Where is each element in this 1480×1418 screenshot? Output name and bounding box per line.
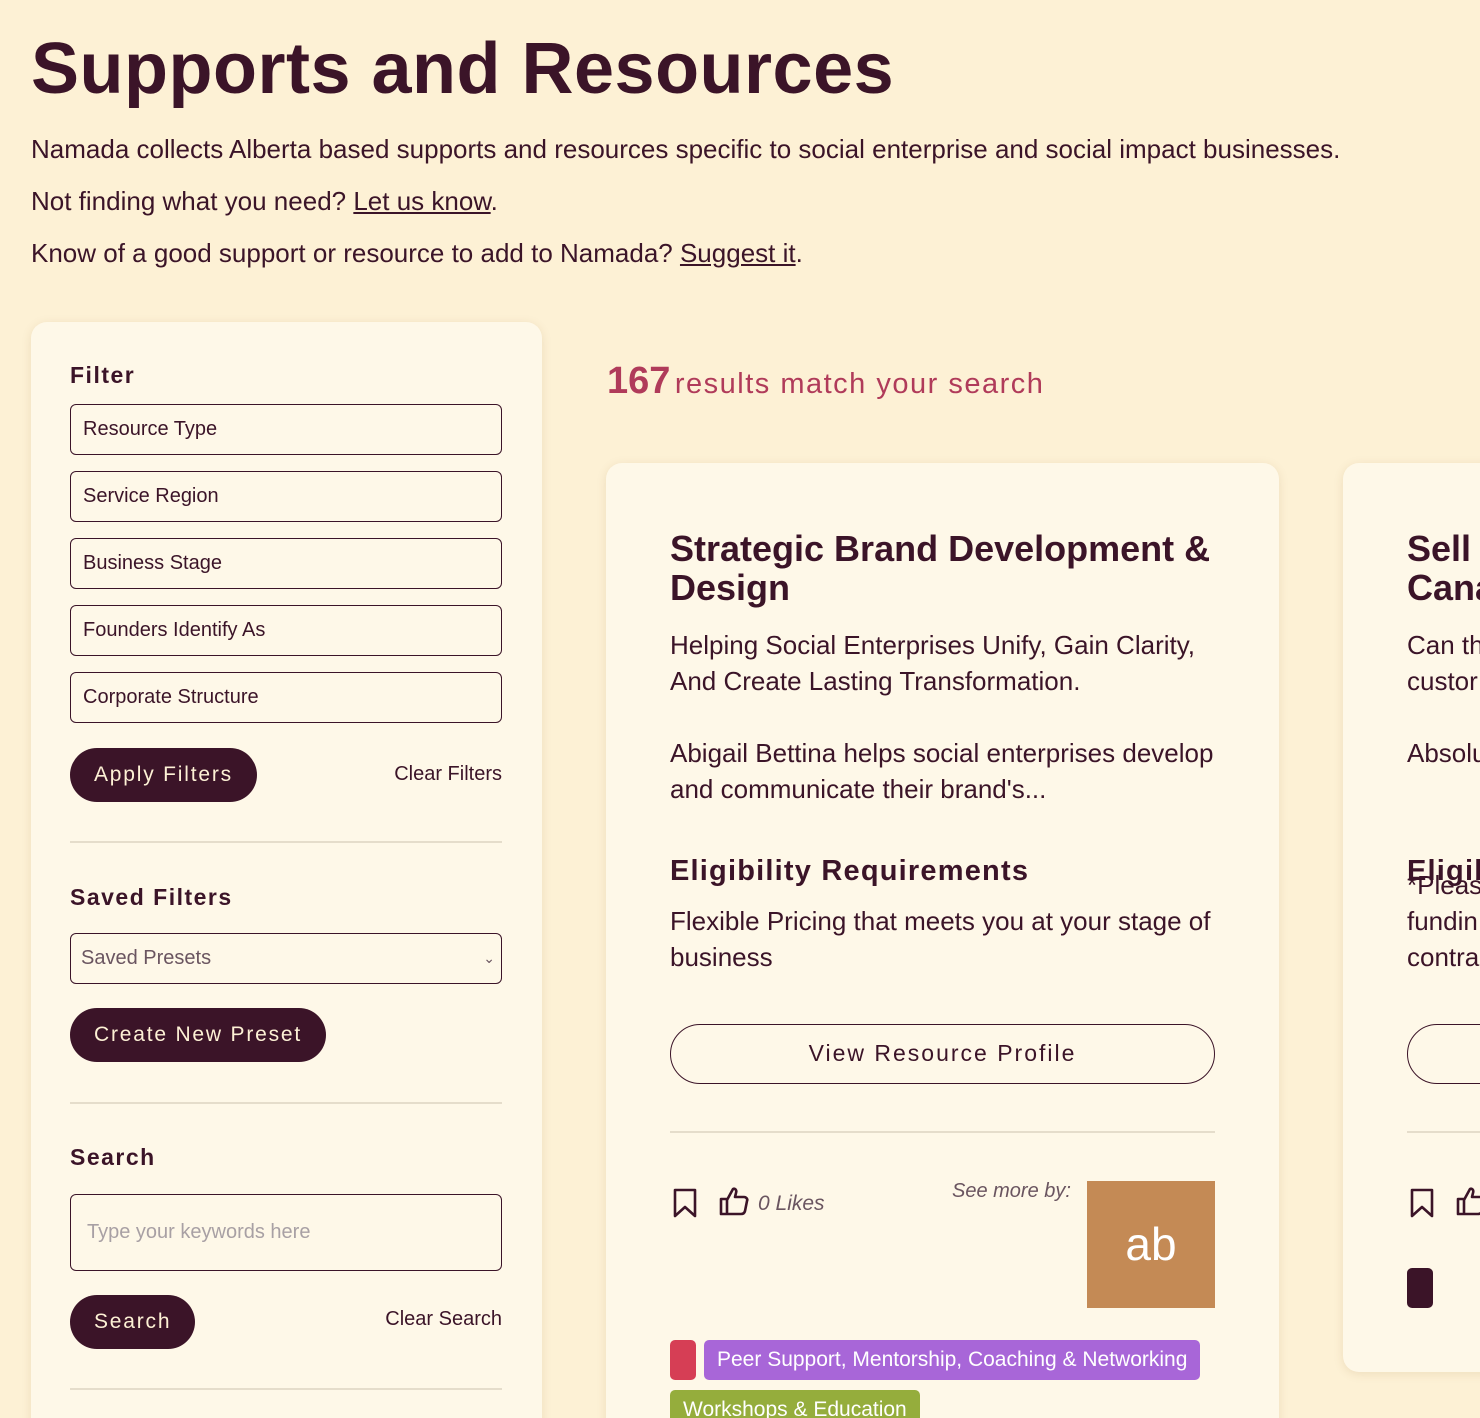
resource-card: Sell t Cana Can th custor Absolu Eligib …: [1343, 463, 1480, 1372]
results-count: 167 results match your search: [607, 360, 1044, 403]
search-heading: Search: [70, 1144, 156, 1170]
category-tag[interactable]: [670, 1340, 696, 1380]
filter-heading: Filter: [70, 362, 136, 388]
create-new-preset-button[interactable]: Create New Preset: [70, 1008, 327, 1062]
card-description: Abigail Bettina helps social enterprises…: [670, 738, 1214, 804]
intro-text: Namada collects Alberta based supports a…: [31, 134, 1341, 164]
saved-presets-value: Saved Presets: [81, 947, 212, 969]
category-tag[interactable]: [1407, 1268, 1433, 1308]
not-finding-prefix: Not finding what you need?: [31, 186, 354, 216]
card-title: Sell t Cana: [1407, 528, 1480, 608]
thumbs-up-icon[interactable]: [718, 1185, 750, 1222]
saved-presets-select[interactable]: Saved Presets ⌄: [70, 933, 502, 984]
page: Supports and Resources Namada collects A…: [0, 0, 1480, 1418]
suggest-prefix: Know of a good support or resource to ad…: [31, 238, 680, 268]
clear-search-link[interactable]: Clear Search: [385, 1308, 502, 1331]
period: .: [795, 238, 803, 268]
card-subtitle: Can th custor: [1407, 630, 1480, 696]
search-button[interactable]: Search: [70, 1295, 196, 1349]
apply-filters-button[interactable]: Apply Filters: [70, 748, 257, 802]
category-tag[interactable]: Peer Support, Mentorship, Coaching & Net…: [704, 1340, 1201, 1380]
results-text: results match your search: [674, 368, 1045, 400]
likes-count: 0 Likes: [758, 1192, 825, 1215]
divider: [70, 841, 502, 843]
see-more-label: See more by:: [952, 1180, 1071, 1202]
card-divider: [670, 1131, 1215, 1133]
resource-card: Strategic Brand Development & Design Hel…: [606, 463, 1279, 1418]
let-us-know-link[interactable]: Let us know: [353, 186, 490, 216]
saved-filters-heading: Saved Filters: [70, 884, 233, 910]
bookmark-icon[interactable]: [672, 1188, 698, 1223]
business-stage-filter[interactable]: Business Stage: [70, 538, 502, 589]
divider: [70, 1102, 502, 1104]
filter-sidebar: Filter Resource Type Service Region Busi…: [31, 322, 542, 1418]
bookmark-icon[interactable]: [1409, 1188, 1435, 1223]
corporate-structure-filter[interactable]: Corporate Structure: [70, 672, 502, 723]
eligibility-text: Flexible Pricing that meets you at your …: [670, 906, 1211, 972]
thumbs-up-icon[interactable]: [1455, 1185, 1480, 1222]
card-divider: [1407, 1131, 1480, 1133]
search-input[interactable]: [70, 1194, 502, 1271]
divider: [70, 1388, 502, 1390]
page-title: Supports and Resources: [31, 29, 895, 109]
view-resource-profile-button[interactable]: View Resource Profile: [670, 1024, 1215, 1084]
category-tag[interactable]: Workshops & Education: [670, 1390, 920, 1418]
chevron-down-icon: ⌄: [483, 950, 495, 966]
card-subtitle: Helping Social Enterprises Unify, Gain C…: [670, 630, 1196, 696]
results-number: 167: [607, 360, 671, 402]
card-description: Absolu: [1407, 738, 1480, 768]
view-resource-profile-button[interactable]: [1407, 1024, 1480, 1084]
eligibility-heading: Eligibility Requirements: [670, 855, 1030, 887]
founders-identify-as-filter[interactable]: Founders Identify As: [70, 605, 502, 656]
provider-logo[interactable]: ab: [1087, 1181, 1215, 1308]
service-region-filter[interactable]: Service Region: [70, 471, 502, 522]
not-finding-text: Not finding what you need? Let us know.: [31, 186, 498, 217]
resource-type-filter[interactable]: Resource Type: [70, 404, 502, 455]
card-title: Strategic Brand Development & Design: [670, 528, 1211, 608]
suggest-it-link[interactable]: Suggest it: [680, 238, 796, 268]
clear-filters-link[interactable]: Clear Filters: [394, 763, 502, 786]
eligibility-text: *Pleas fundin contra: [1407, 870, 1480, 972]
period: .: [490, 186, 498, 216]
suggest-text: Know of a good support or resource to ad…: [31, 238, 803, 269]
